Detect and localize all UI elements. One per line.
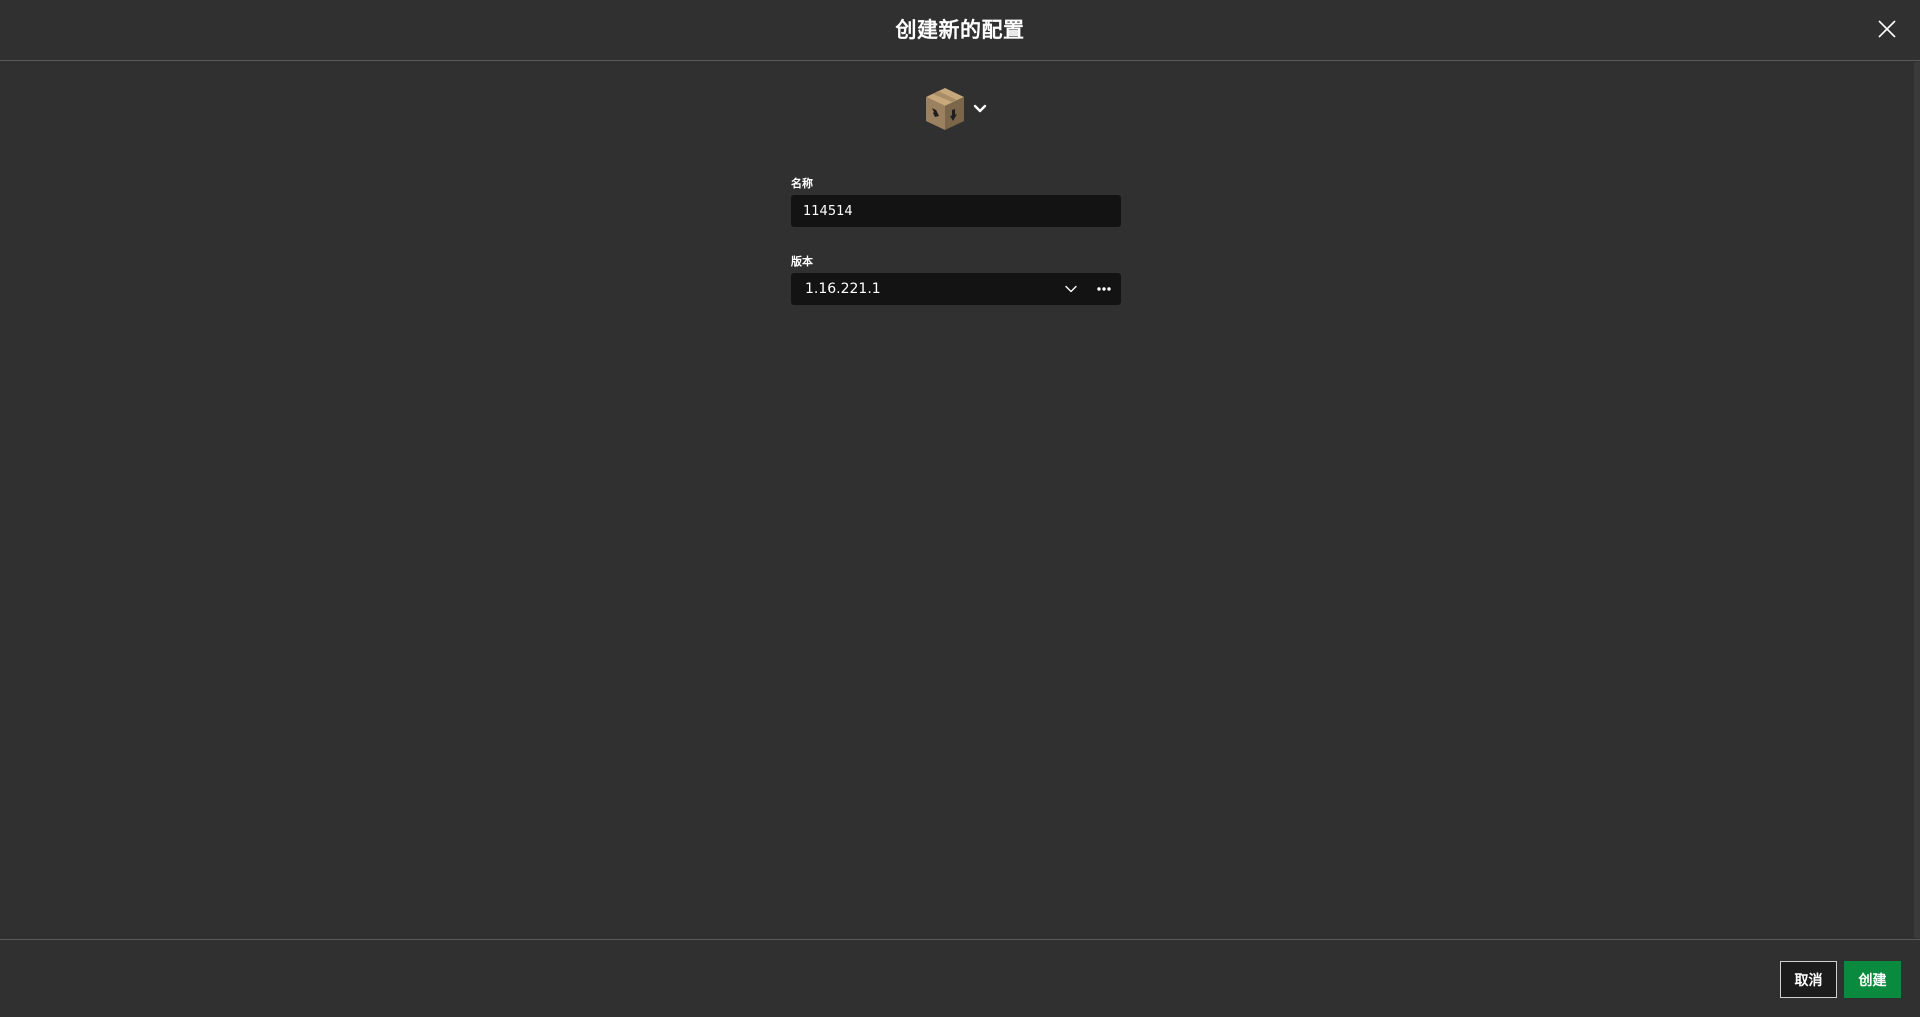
profile-icon-picker[interactable] [924, 86, 988, 132]
dialog-body: 名称 版本 1.16.221.1 [0, 62, 1920, 939]
close-button[interactable] [1874, 16, 1900, 42]
dialog-title: 创建新的配置 [895, 18, 1025, 42]
crafting-box-icon [926, 88, 964, 130]
name-field-group: 名称 [791, 175, 1121, 227]
close-icon [1878, 20, 1896, 38]
version-field-group: 版本 1.16.221.1 [791, 253, 1121, 305]
name-label: 名称 [791, 177, 813, 190]
chevron-down-icon [973, 104, 987, 113]
version-label: 版本 [791, 255, 813, 268]
create-configuration-dialog: 创建新的配置 名称 114514 版本 1.16.221.1 取消 创建 [0, 0, 1920, 1017]
dialog-header: 创建新的配置 [0, 0, 1920, 61]
chevron-down-icon [1065, 285, 1077, 293]
version-select-value[interactable]: 1.16.221.1 [791, 273, 1055, 305]
version-select[interactable]: 1.16.221.1 [791, 273, 1121, 305]
configuration-form: 名称 版本 1.16.221.1 [791, 175, 1121, 305]
create-button[interactable]: 创建 [1844, 961, 1901, 998]
name-input[interactable] [791, 195, 1121, 227]
version-dropdown-toggle[interactable] [1055, 273, 1087, 305]
body-scrollbar[interactable] [1914, 62, 1920, 938]
ellipsis-icon [1097, 287, 1111, 291]
cancel-button[interactable]: 取消 [1780, 961, 1837, 998]
dialog-footer: 取消 创建 [0, 939, 1920, 1017]
version-more-button[interactable] [1087, 273, 1121, 305]
